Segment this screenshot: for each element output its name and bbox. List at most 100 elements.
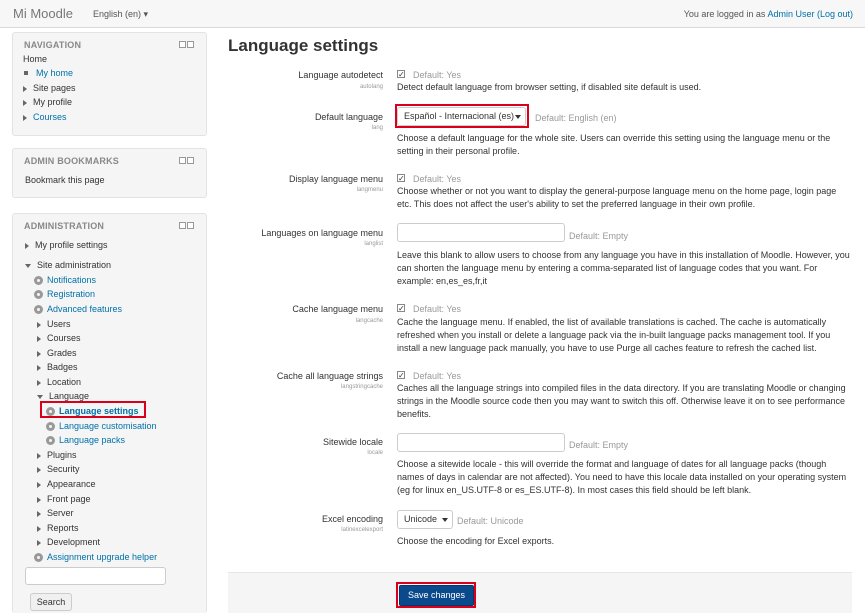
login-info: You are logged in as Admin User (Log out…: [684, 9, 853, 19]
nav-courses-label[interactable]: Courses: [33, 112, 67, 122]
excel-desc: Choose the encoding for Excel exports.: [397, 536, 555, 546]
langlist-default: Default: Empty: [569, 231, 629, 241]
security-label[interactable]: Security: [47, 464, 80, 474]
login-prefix: You are logged in as: [683, 9, 768, 19]
chevron-right-icon: [37, 379, 41, 386]
admin-search-input[interactable]: [25, 567, 166, 585]
location-label[interactable]: Location: [47, 377, 81, 387]
nav-site-pages-label[interactable]: Site pages: [33, 83, 76, 93]
block-controls[interactable]: [178, 221, 196, 229]
notifications-link[interactable]: Notifications: [47, 275, 96, 285]
nav-my-home[interactable]: My home: [23, 68, 73, 78]
autodetect-checkbox[interactable]: ✓: [397, 70, 405, 79]
admin-reports[interactable]: Reports: [37, 523, 79, 533]
language-packs-link[interactable]: Language packs: [59, 435, 125, 445]
excel-encoding-value: Unicode: [404, 514, 438, 524]
langcache-checkbox[interactable]: ✓: [397, 304, 405, 313]
gear-icon: [46, 436, 55, 446]
development-label[interactable]: Development: [47, 537, 100, 547]
admin-appearance[interactable]: Appearance: [37, 479, 96, 489]
nav-site-pages[interactable]: Site pages: [23, 83, 76, 93]
admin-bookmarks-block: ADMIN BOOKMARKS: [12, 148, 207, 198]
advanced-features-link[interactable]: Advanced features: [47, 304, 122, 314]
plugins-label[interactable]: Plugins: [47, 450, 77, 460]
front-page-label[interactable]: Front page: [47, 494, 91, 504]
admin-my-profile-label[interactable]: My profile settings: [35, 240, 108, 250]
admin-badges[interactable]: Badges: [37, 362, 78, 372]
admin-front-page[interactable]: Front page: [37, 494, 91, 504]
registration-link[interactable]: Registration: [47, 289, 95, 299]
logout-link[interactable]: (Log out): [817, 9, 853, 19]
chevron-right-icon: [23, 99, 27, 106]
admin-advanced-features[interactable]: Advanced features: [34, 304, 122, 315]
stringcache-checkbox[interactable]: ✓: [397, 371, 405, 380]
admin-plugins[interactable]: Plugins: [37, 450, 77, 460]
collapse-icon[interactable]: [187, 41, 194, 48]
collapse-icon[interactable]: [187, 157, 194, 164]
autodetect-default: Default: Yes: [413, 70, 462, 80]
nav-my-profile[interactable]: My profile: [23, 97, 72, 107]
badges-label[interactable]: Badges: [47, 362, 78, 372]
excel-encoding-select[interactable]: Unicode: [397, 510, 453, 529]
admin-courses[interactable]: Courses: [37, 333, 81, 343]
langcache-label: Cache language menu: [292, 304, 383, 314]
user-link[interactable]: Admin User: [767, 9, 814, 19]
admin-location[interactable]: Location: [37, 377, 81, 387]
site-brand[interactable]: Mi Moodle: [13, 6, 73, 21]
chevron-down-icon: [25, 263, 31, 268]
nav-my-home-label[interactable]: My home: [36, 68, 73, 78]
default-language-label: Default language: [314, 112, 383, 122]
courses-label[interactable]: Courses: [47, 333, 81, 343]
site-admin-label[interactable]: Site administration: [37, 260, 111, 270]
server-label[interactable]: Server: [47, 508, 74, 518]
chevron-right-icon: [37, 481, 41, 488]
dock-icon[interactable]: [179, 41, 186, 48]
block-controls[interactable]: [178, 40, 196, 48]
locale-key: locale: [367, 450, 383, 456]
reports-label[interactable]: Reports: [47, 523, 79, 533]
admin-registration[interactable]: Registration: [34, 289, 95, 300]
appearance-label[interactable]: Appearance: [47, 479, 96, 489]
dock-icon[interactable]: [179, 157, 186, 164]
langmenu-checkbox[interactable]: ✓: [397, 174, 405, 183]
nav-home[interactable]: Home: [23, 54, 47, 64]
admin-grades[interactable]: Grades: [37, 348, 77, 358]
nav-courses[interactable]: Courses: [23, 112, 67, 122]
locale-input[interactable]: [397, 433, 565, 452]
admin-server[interactable]: Server: [37, 508, 74, 518]
admin-development[interactable]: Development: [37, 537, 100, 547]
users-label[interactable]: Users: [47, 319, 71, 329]
admin-assignment-upgrade[interactable]: Assignment upgrade helper: [34, 552, 157, 563]
bookmarks-title: ADMIN BOOKMARKS: [24, 156, 119, 166]
langmenu-default: Default: Yes: [413, 174, 462, 184]
langlist-input[interactable]: [397, 223, 565, 242]
admin-site-administration[interactable]: Site administration: [25, 260, 111, 270]
default-language-desc: Choose a default language for the whole …: [397, 133, 831, 156]
gear-icon: [34, 276, 43, 286]
language-customisation-link[interactable]: Language customisation: [59, 421, 157, 431]
admin-language[interactable]: Language: [37, 391, 89, 401]
admin-search-button[interactable]: Search: [30, 593, 72, 611]
dock-icon[interactable]: [179, 222, 186, 229]
admin-security[interactable]: Security: [37, 464, 80, 474]
admin-language-packs[interactable]: Language packs: [46, 435, 125, 446]
langmenu-key: langmenu: [356, 187, 383, 193]
stringcache-default: Default: Yes: [413, 371, 462, 381]
language-label[interactable]: Language: [49, 391, 89, 401]
admin-notifications[interactable]: Notifications: [34, 275, 96, 286]
admin-users[interactable]: Users: [37, 319, 71, 329]
gear-icon: [34, 553, 43, 563]
collapse-icon[interactable]: [187, 222, 194, 229]
block-controls[interactable]: [178, 156, 196, 164]
admin-language-customisation[interactable]: Language customisation: [46, 421, 157, 432]
grades-label[interactable]: Grades: [47, 348, 77, 358]
nav-my-profile-label[interactable]: My profile: [33, 97, 72, 107]
default-language-default: Default: English (en): [535, 113, 617, 123]
chevron-right-icon: [37, 539, 41, 546]
assignment-upgrade-link[interactable]: Assignment upgrade helper: [47, 552, 157, 562]
admin-my-profile-settings[interactable]: My profile settings: [25, 240, 108, 250]
excel-key: latinexcelexport: [341, 527, 383, 533]
excel-default: Default: Unicode: [457, 516, 524, 526]
language-menu[interactable]: English (en) ▾: [93, 9, 148, 20]
bookmark-page-link[interactable]: Bookmark this page: [25, 175, 105, 185]
